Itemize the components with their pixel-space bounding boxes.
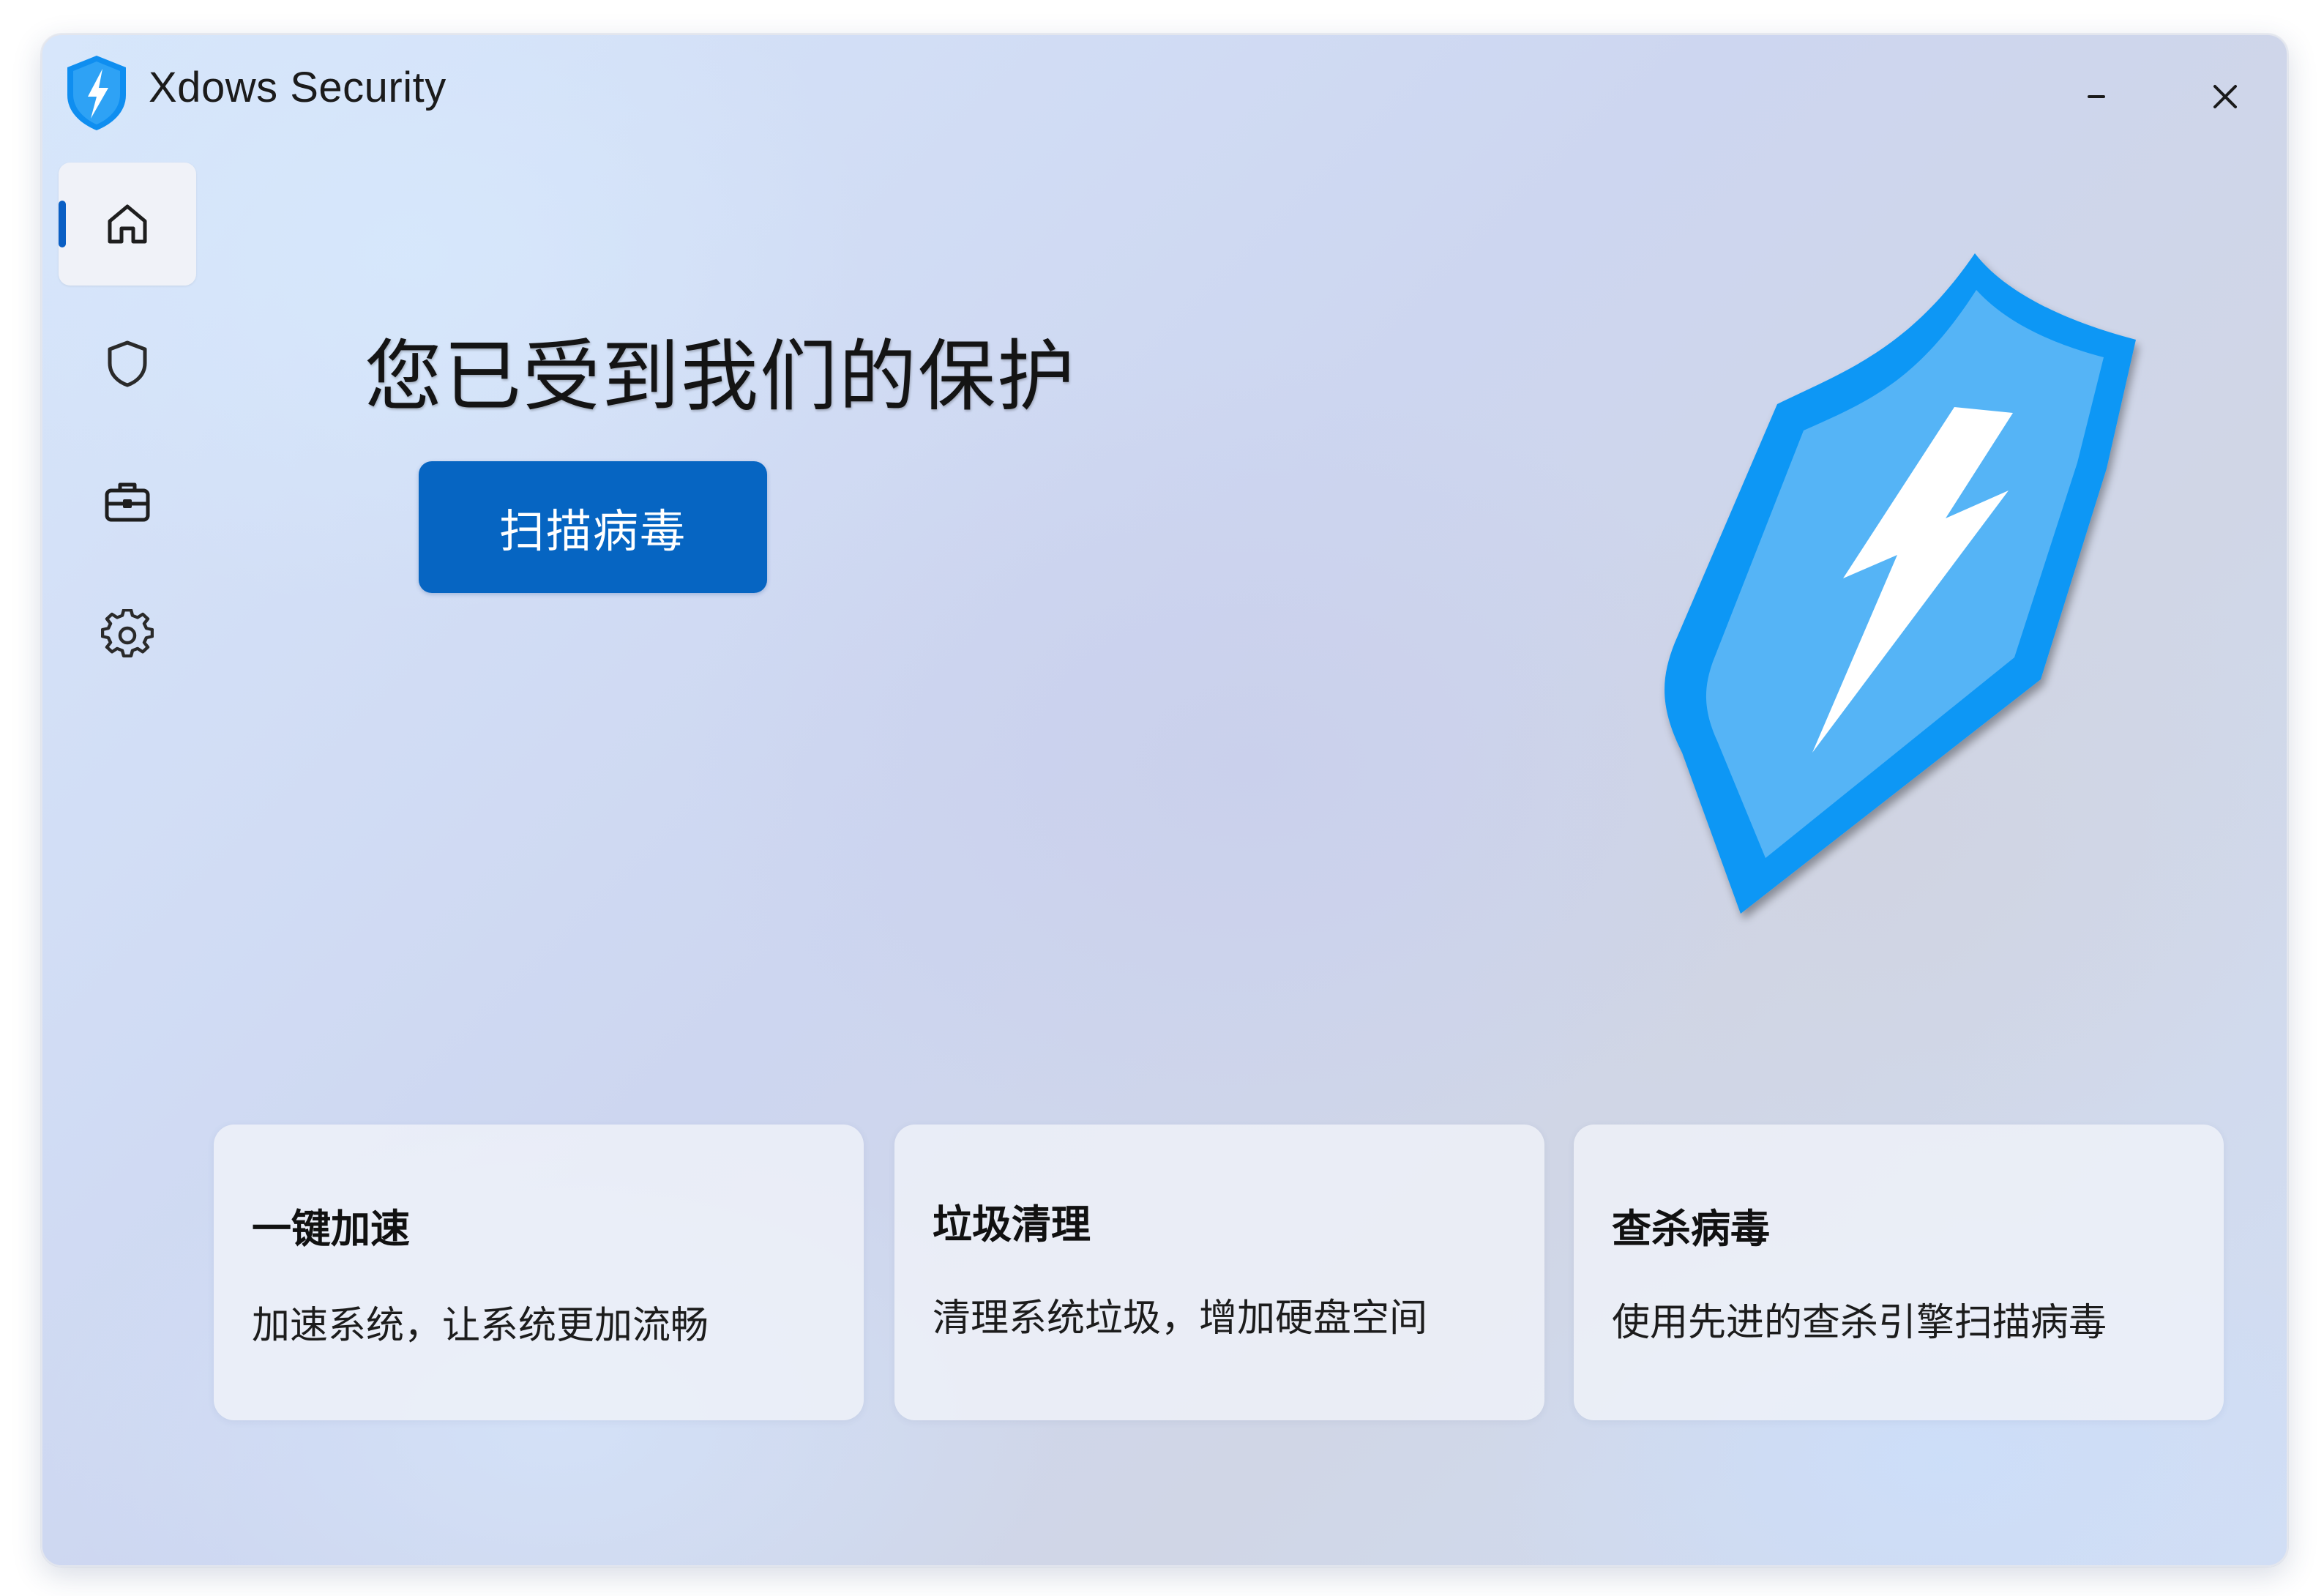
card-title: 一键加速 — [252, 1206, 410, 1252]
app-title: Xdows Security — [149, 64, 447, 111]
card-junk-cleanup[interactable]: 垃圾清理 清理系统垃圾，增加硬盘空间 — [894, 1125, 1544, 1420]
card-description: 使用先进的查杀引擎扫描病毒 — [1612, 1301, 2107, 1345]
scan-virus-button[interactable]: 扫描病毒 — [419, 461, 767, 593]
card-speed-up[interactable]: 一键加速 加速系统，让系统更加流畅 — [214, 1125, 864, 1420]
toolbox-icon — [105, 482, 150, 522]
card-title: 垃圾清理 — [933, 1201, 1091, 1248]
minimize-icon — [2088, 95, 2105, 98]
app-window: Xdows Security 您已受到我们的保护 扫描病毒 一键加速 加速系统，… — [41, 34, 2288, 1567]
minimize-button[interactable] — [2067, 67, 2126, 126]
protection-status-title: 您已受到我们的保护 — [365, 332, 1076, 422]
close-button[interactable] — [2196, 67, 2254, 126]
shield-icon — [108, 340, 147, 387]
sidebar-item-home[interactable] — [59, 163, 196, 286]
title-bar[interactable]: Xdows Security — [42, 35, 2287, 138]
home-icon — [108, 204, 147, 244]
shield-lightning-icon — [1664, 253, 2136, 914]
card-title: 查杀病毒 — [1612, 1206, 1770, 1252]
sidebar-item-toolbox[interactable] — [59, 439, 196, 562]
close-icon — [2213, 85, 2237, 108]
gear-icon — [101, 609, 154, 657]
app-logo-icon — [67, 56, 126, 130]
card-description: 清理系统垃圾，增加硬盘空间 — [933, 1297, 1428, 1340]
sidebar-item-protection[interactable] — [59, 302, 196, 425]
card-virus-scan[interactable]: 查杀病毒 使用先进的查杀引擎扫描病毒 — [1574, 1125, 2224, 1420]
sidebar-item-settings[interactable] — [59, 574, 196, 697]
active-indicator — [59, 201, 66, 247]
card-description: 加速系统，让系统更加流畅 — [252, 1304, 709, 1348]
